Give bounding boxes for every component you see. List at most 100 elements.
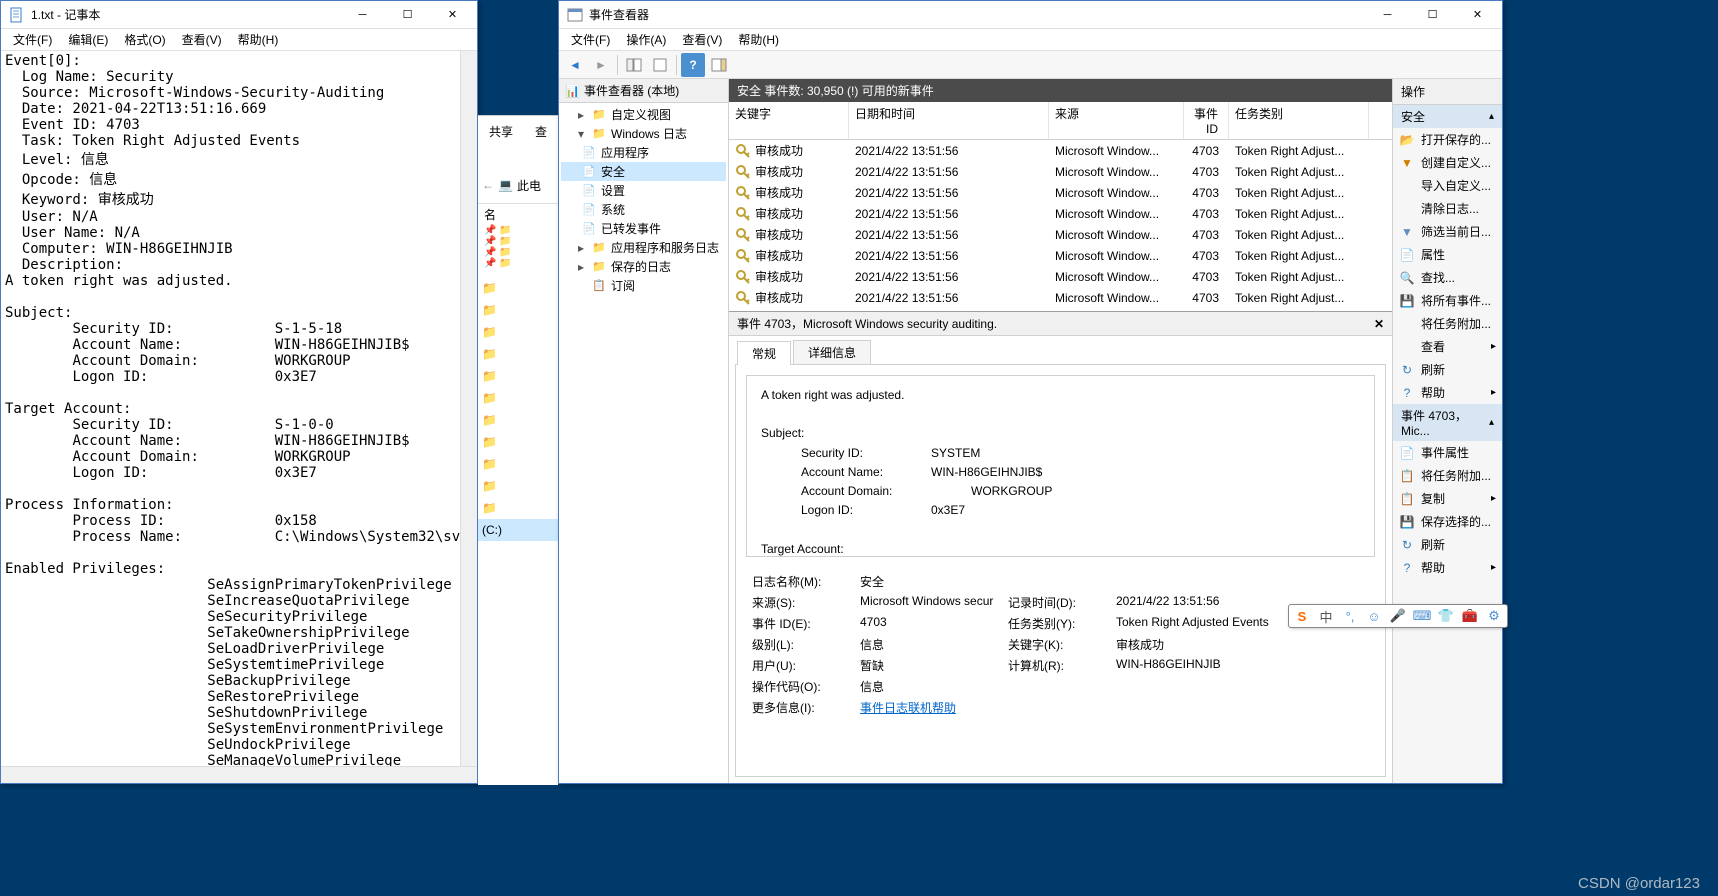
minimize-button[interactable]: ─ bbox=[1365, 1, 1410, 29]
action-查找...[interactable]: 🔍查找... bbox=[1393, 266, 1502, 289]
notepad-titlebar[interactable]: 1.txt - 记事本 ─ ☐ ✕ bbox=[1, 1, 477, 29]
action-将所有事件...[interactable]: 💾将所有事件... bbox=[1393, 289, 1502, 312]
folder-item[interactable]: 📁 bbox=[478, 409, 558, 431]
tab-details[interactable]: 详细信息 bbox=[793, 340, 871, 364]
scrollbar-vertical[interactable] bbox=[460, 51, 477, 766]
action-帮助[interactable]: ?帮助▸ bbox=[1393, 556, 1502, 579]
event-description[interactable]: A token right was adjusted. Subject: Sec… bbox=[746, 375, 1375, 557]
ime-lang-toggle[interactable]: 中 bbox=[1317, 607, 1335, 625]
ime-voice-icon[interactable]: 🎤 bbox=[1389, 607, 1407, 625]
close-detail-icon[interactable]: ✕ bbox=[1374, 317, 1384, 331]
column-source[interactable]: 来源 bbox=[1049, 102, 1184, 139]
tree-item-Windows 日志[interactable]: ▾📁Windows 日志 bbox=[561, 124, 726, 143]
action-打开保存的...[interactable]: 📂打开保存的... bbox=[1393, 128, 1502, 151]
action-导入自定义...[interactable]: 导入自定义... bbox=[1393, 174, 1502, 197]
online-help-link[interactable]: 事件日志联机帮助 bbox=[860, 701, 956, 715]
tree-item-已转发事件[interactable]: 📄已转发事件 bbox=[561, 219, 726, 238]
pinned-item[interactable]: 📌 📁 bbox=[478, 258, 558, 269]
event-row[interactable]: 审核成功2021/4/22 13:51:56Microsoft Window..… bbox=[729, 161, 1392, 182]
action-帮助[interactable]: ?帮助▸ bbox=[1393, 381, 1502, 404]
menu-view[interactable]: 查看(V) bbox=[674, 29, 730, 50]
tree-root[interactable]: 📊 事件查看器 (本地) bbox=[559, 79, 728, 103]
menu-help[interactable]: 帮助(H) bbox=[730, 29, 787, 50]
properties-button[interactable] bbox=[648, 53, 672, 77]
folder-item[interactable]: 📁 bbox=[478, 497, 558, 519]
event-row[interactable]: 审核成功2021/4/22 13:51:56Microsoft Window..… bbox=[729, 140, 1392, 161]
expand-toggle-icon[interactable]: ▾ bbox=[575, 127, 587, 141]
close-button[interactable]: ✕ bbox=[1455, 1, 1500, 29]
event-row[interactable]: 审核成功2021/4/22 13:51:56Microsoft Window..… bbox=[729, 266, 1392, 287]
menu-help[interactable]: 帮助(H) bbox=[230, 29, 287, 50]
event-row[interactable]: 审核成功2021/4/22 13:51:56Microsoft Window..… bbox=[729, 245, 1392, 266]
pinned-item[interactable]: 📌 📁 bbox=[478, 247, 558, 258]
nav-back-icon[interactable]: ← bbox=[482, 178, 494, 192]
folder-item[interactable]: 📁 bbox=[478, 431, 558, 453]
tab-general[interactable]: 常规 bbox=[737, 341, 791, 365]
ime-toolbar[interactable]: S 中 °, ☺ 🎤 ⌨ 👕 🧰 ⚙ bbox=[1288, 604, 1508, 628]
action-筛选当前日...[interactable]: ▼筛选当前日... bbox=[1393, 220, 1502, 243]
event-viewer-titlebar[interactable]: 事件查看器 ─ ☐ ✕ bbox=[559, 1, 1502, 29]
actions-section-security[interactable]: 安全▴ bbox=[1393, 105, 1502, 128]
action-创建自定义...[interactable]: ▼创建自定义... bbox=[1393, 151, 1502, 174]
menu-action[interactable]: 操作(A) bbox=[618, 29, 674, 50]
help-button[interactable]: ? bbox=[681, 53, 705, 77]
actions-section-event[interactable]: 事件 4703，Mic...▴ bbox=[1393, 404, 1502, 441]
show-hide-tree-button[interactable] bbox=[622, 53, 646, 77]
tree-item-设置[interactable]: 📄设置 bbox=[561, 181, 726, 200]
action-属性[interactable]: 📄属性 bbox=[1393, 243, 1502, 266]
menu-edit[interactable]: 编辑(E) bbox=[60, 29, 116, 50]
column-event-id[interactable]: 事件 ID bbox=[1184, 102, 1229, 139]
column-name[interactable]: 名 bbox=[478, 204, 558, 225]
event-row[interactable]: 审核成功2021/4/22 13:51:56Microsoft Window..… bbox=[729, 182, 1392, 203]
explorer-view-tab[interactable]: 查 bbox=[535, 123, 547, 140]
action-刷新[interactable]: ↻刷新 bbox=[1393, 358, 1502, 381]
maximize-button[interactable]: ☐ bbox=[385, 1, 430, 29]
scrollbar-horizontal[interactable] bbox=[1, 766, 477, 783]
ime-settings-icon[interactable]: ⚙ bbox=[1485, 607, 1503, 625]
pinned-item[interactable]: 📌 📁 bbox=[478, 236, 558, 247]
expand-toggle-icon[interactable]: ▸ bbox=[575, 260, 587, 274]
tree-item-订阅[interactable]: 📋订阅 bbox=[561, 276, 726, 295]
column-keyword[interactable]: 关键字 bbox=[729, 102, 849, 139]
menu-file[interactable]: 文件(F) bbox=[563, 29, 618, 50]
action-刷新[interactable]: ↻刷新 bbox=[1393, 533, 1502, 556]
tree-item-系统[interactable]: 📄系统 bbox=[561, 200, 726, 219]
action-事件属性[interactable]: 📄事件属性 bbox=[1393, 441, 1502, 464]
maximize-button[interactable]: ☐ bbox=[1410, 1, 1455, 29]
ime-punct-icon[interactable]: °, bbox=[1341, 607, 1359, 625]
ime-emoji-icon[interactable]: ☺ bbox=[1365, 607, 1383, 625]
drive-c[interactable]: (C:) bbox=[478, 519, 558, 541]
explorer-share-tab[interactable]: 共享 bbox=[489, 123, 513, 140]
menu-file[interactable]: 文件(F) bbox=[5, 29, 60, 50]
event-row[interactable]: 审核成功2021/4/22 13:51:56Microsoft Window..… bbox=[729, 203, 1392, 224]
expand-toggle-icon[interactable]: ▸ bbox=[575, 108, 587, 122]
ime-skin-icon[interactable]: 👕 bbox=[1437, 607, 1455, 625]
action-将任务附加...[interactable]: 将任务附加... bbox=[1393, 312, 1502, 335]
minimize-button[interactable]: ─ bbox=[340, 1, 385, 29]
folder-item[interactable]: 📁 bbox=[478, 321, 558, 343]
folder-item[interactable]: 📁 bbox=[478, 299, 558, 321]
nav-location[interactable]: 此电 bbox=[517, 177, 541, 194]
pinned-item[interactable]: 📌 📁 bbox=[478, 225, 558, 236]
forward-button[interactable]: ► bbox=[589, 53, 613, 77]
show-action-pane-button[interactable] bbox=[707, 53, 731, 77]
event-row[interactable]: 审核成功2021/4/22 13:51:56Microsoft Window..… bbox=[729, 287, 1392, 308]
event-row[interactable]: 审核成功2021/4/22 13:51:56Microsoft Window..… bbox=[729, 224, 1392, 245]
action-将任务附加...[interactable]: 📋将任务附加... bbox=[1393, 464, 1502, 487]
menu-view[interactable]: 查看(V) bbox=[174, 29, 230, 50]
ime-toolbox-icon[interactable]: 🧰 bbox=[1461, 607, 1479, 625]
action-复制[interactable]: 📋复制▸ bbox=[1393, 487, 1502, 510]
folder-item[interactable]: 📁 bbox=[478, 277, 558, 299]
action-清除日志...[interactable]: 清除日志... bbox=[1393, 197, 1502, 220]
back-button[interactable]: ◄ bbox=[563, 53, 587, 77]
folder-item[interactable]: 📁 bbox=[478, 475, 558, 497]
tree-item-应用程序[interactable]: 📄应用程序 bbox=[561, 143, 726, 162]
tree-item-安全[interactable]: 📄安全 bbox=[561, 162, 726, 181]
ime-logo-icon[interactable]: S bbox=[1293, 607, 1311, 625]
expand-toggle-icon[interactable]: ▸ bbox=[575, 241, 587, 255]
menu-format[interactable]: 格式(O) bbox=[116, 29, 173, 50]
tree-item-保存的日志[interactable]: ▸📁保存的日志 bbox=[561, 257, 726, 276]
tree-item-自定义视图[interactable]: ▸📁自定义视图 bbox=[561, 105, 726, 124]
action-查看[interactable]: 查看▸ bbox=[1393, 335, 1502, 358]
folder-item[interactable]: 📁 bbox=[478, 343, 558, 365]
